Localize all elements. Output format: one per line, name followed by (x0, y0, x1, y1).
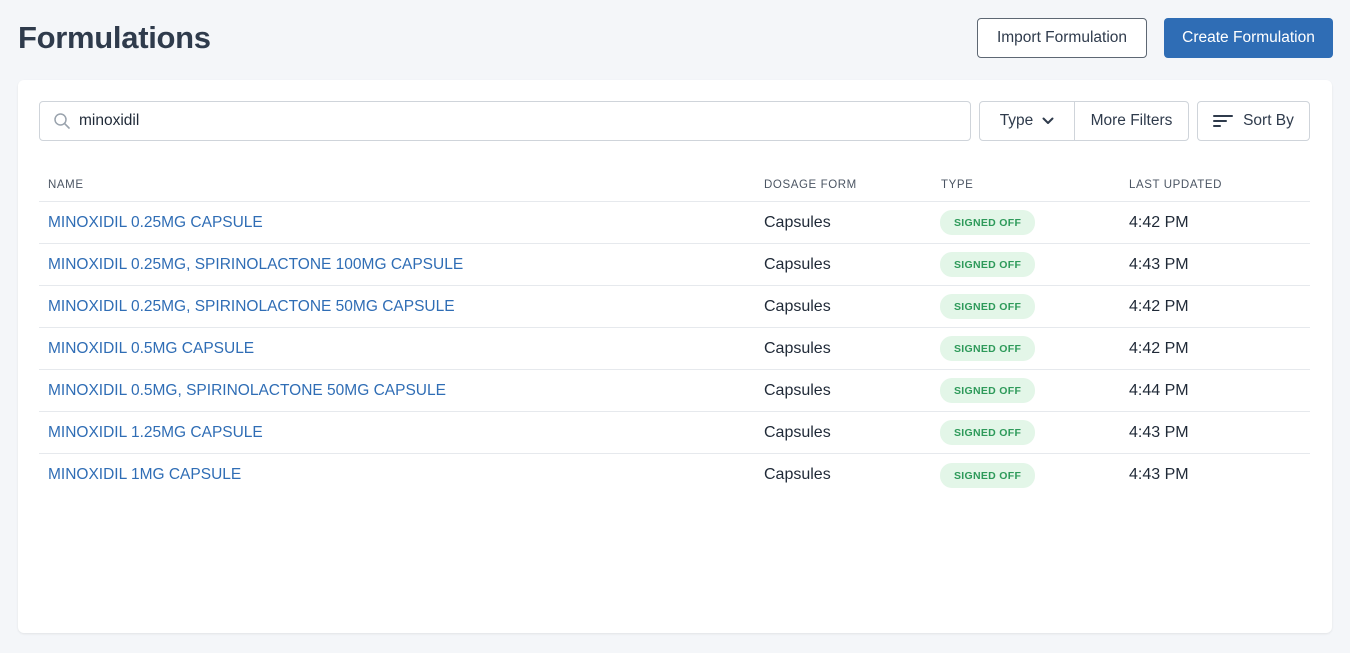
more-filters-label: More Filters (1090, 112, 1173, 129)
dosage-form-cell: Capsules (764, 381, 831, 399)
last-updated-cell: 4:42 PM (1129, 213, 1189, 231)
sort-by-button[interactable]: Sort By (1197, 101, 1310, 141)
table-row[interactable]: MINOXIDIL 0.25MG, SPIRINOLACTONE 100MG C… (39, 244, 1310, 286)
more-filters-button[interactable]: More Filters (1075, 102, 1188, 140)
dosage-form-cell: Capsules (764, 339, 831, 357)
formulations-table: NAME DOSAGE FORM TYPE LAST UPDATED MINOX… (39, 168, 1310, 496)
formulation-name-link[interactable]: MINOXIDIL 0.5MG, SPIRINOLACTONE 50MG CAP… (48, 382, 446, 399)
status-badge: SIGNED OFF (940, 294, 1036, 319)
type-filter-label: Type (999, 112, 1034, 129)
status-badge: SIGNED OFF (940, 462, 1036, 488)
formulation-name-link[interactable]: MINOXIDIL 1MG CAPSULE (48, 466, 241, 483)
chevron-down-icon (1042, 117, 1054, 125)
column-header-type[interactable]: TYPE (941, 179, 1129, 191)
page-title: Formulations (18, 20, 211, 55)
table-row[interactable]: MINOXIDIL 0.5MG CAPSULE Capsules SIGNED … (39, 328, 1310, 370)
last-updated-cell: 4:42 PM (1129, 297, 1189, 315)
last-updated-cell: 4:42 PM (1129, 339, 1189, 357)
last-updated-cell: 4:43 PM (1129, 423, 1189, 441)
search-icon (53, 111, 73, 131)
dosage-form-cell: Capsules (764, 297, 831, 315)
last-updated-cell: 4:43 PM (1129, 466, 1189, 483)
create-formulation-button[interactable]: Create Formulation (1164, 18, 1333, 58)
table-row[interactable]: MINOXIDIL 0.5MG, SPIRINOLACTONE 50MG CAP… (39, 370, 1310, 412)
formulation-name-link[interactable]: MINOXIDIL 1.25MG CAPSULE (48, 424, 263, 441)
formulation-name-link[interactable]: MINOXIDIL 0.5MG CAPSULE (48, 340, 254, 357)
last-updated-cell: 4:43 PM (1129, 255, 1189, 273)
table-row[interactable]: MINOXIDIL 0.25MG CAPSULE Capsules SIGNED… (39, 202, 1310, 244)
column-header-last-updated[interactable]: LAST UPDATED (1129, 179, 1310, 191)
sort-lines-icon (1213, 114, 1234, 128)
formulation-name-link[interactable]: MINOXIDIL 0.25MG, SPIRINOLACTONE 100MG C… (48, 256, 463, 273)
status-badge: SIGNED OFF (940, 210, 1036, 235)
table-row[interactable]: MINOXIDIL 1MG CAPSULE Capsules SIGNED OF… (39, 454, 1310, 496)
status-badge: SIGNED OFF (940, 336, 1036, 361)
search-box (39, 101, 971, 141)
import-formulation-button[interactable]: Import Formulation (977, 18, 1147, 58)
status-badge: SIGNED OFF (940, 378, 1036, 403)
table-header: NAME DOSAGE FORM TYPE LAST UPDATED (39, 168, 1310, 202)
formulations-card: Type More Filters Sort By NAME DOSAGE FO… (18, 80, 1332, 633)
table-row[interactable]: MINOXIDIL 1.25MG CAPSULE Capsules SIGNED… (39, 412, 1310, 454)
filter-group: Type More Filters (979, 101, 1189, 141)
search-input[interactable] (79, 112, 939, 130)
dosage-form-cell: Capsules (764, 466, 831, 483)
formulation-name-link[interactable]: MINOXIDIL 0.25MG CAPSULE (48, 214, 263, 231)
table-body: MINOXIDIL 0.25MG CAPSULE Capsules SIGNED… (39, 202, 1310, 496)
sort-by-label: Sort By (1243, 112, 1294, 129)
table-row[interactable]: MINOXIDIL 0.25MG, SPIRINOLACTONE 50MG CA… (39, 286, 1310, 328)
type-filter-dropdown[interactable]: Type (980, 102, 1075, 140)
status-badge: SIGNED OFF (940, 420, 1036, 445)
dosage-form-cell: Capsules (764, 255, 831, 273)
formulation-name-link[interactable]: MINOXIDIL 0.25MG, SPIRINOLACTONE 50MG CA… (48, 298, 455, 315)
status-badge: SIGNED OFF (940, 252, 1036, 277)
dosage-form-cell: Capsules (764, 213, 831, 231)
dosage-form-cell: Capsules (764, 423, 831, 441)
last-updated-cell: 4:44 PM (1129, 381, 1189, 399)
column-header-dosage-form[interactable]: DOSAGE FORM (764, 179, 941, 191)
column-header-name[interactable]: NAME (39, 179, 764, 191)
